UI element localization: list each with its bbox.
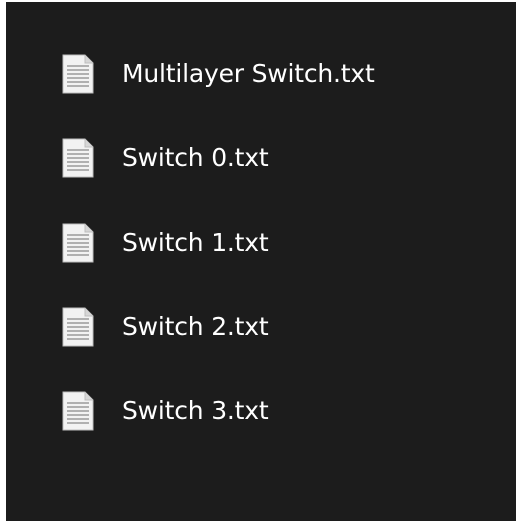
file-name: Multilayer Switch.txt bbox=[122, 59, 375, 88]
file-item-switch-2[interactable]: Switch 2.txt bbox=[62, 307, 269, 347]
file-name: Switch 3.txt bbox=[122, 396, 269, 425]
text-file-icon bbox=[62, 391, 94, 431]
file-name: Switch 2.txt bbox=[122, 312, 269, 341]
text-file-icon bbox=[62, 223, 94, 263]
file-item-switch-0[interactable]: Switch 0.txt bbox=[62, 138, 269, 178]
text-file-icon bbox=[62, 138, 94, 178]
text-file-icon bbox=[62, 54, 94, 94]
file-item-switch-3[interactable]: Switch 3.txt bbox=[62, 391, 269, 431]
file-list-panel: Multilayer Switch.txt Switch 0.txt Switc… bbox=[6, 2, 516, 521]
file-name: Switch 1.txt bbox=[122, 228, 269, 257]
file-name: Switch 0.txt bbox=[122, 143, 269, 172]
file-item-multilayer-switch[interactable]: Multilayer Switch.txt bbox=[62, 54, 375, 94]
file-item-switch-1[interactable]: Switch 1.txt bbox=[62, 223, 269, 263]
text-file-icon bbox=[62, 307, 94, 347]
